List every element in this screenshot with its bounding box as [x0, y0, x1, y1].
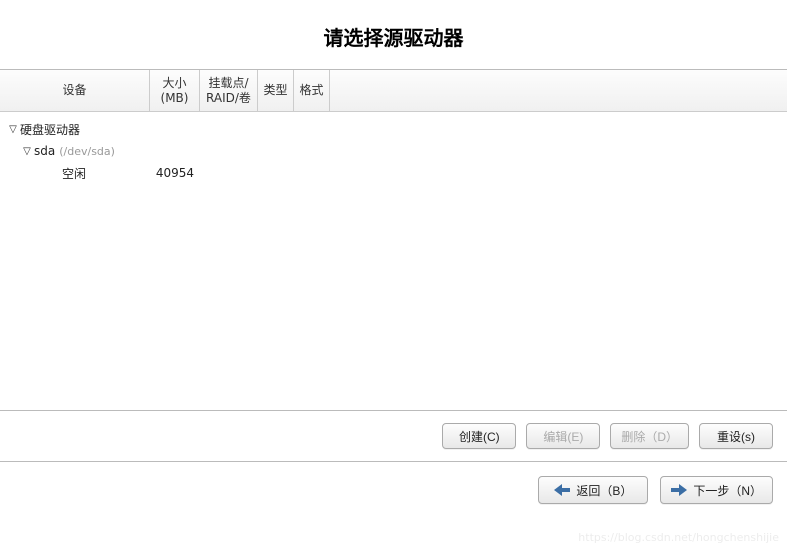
col-header-size[interactable]: 大小 (MB)	[150, 70, 200, 111]
tree-body[interactable]: ▽ 硬盘驱动器 ▽ sda (/dev/sda) 空闲 40954	[0, 112, 787, 410]
expander-icon[interactable]: ▽	[20, 146, 34, 157]
create-button[interactable]: 创建(C)	[442, 423, 516, 449]
action-bar: 创建(C) 编辑(E) 删除（D） 重设(s)	[0, 411, 787, 462]
nav-bar: 返回（B） 下一步（N）	[0, 462, 787, 504]
title-bar: 请选择源驱动器	[0, 0, 787, 70]
col-header-mount[interactable]: 挂载点/ RAID/卷	[200, 70, 258, 111]
tree-root-label: 硬盘驱动器	[20, 121, 80, 138]
disk-path: (/dev/sda)	[59, 145, 115, 158]
free-size: 40954	[150, 166, 200, 180]
arrow-right-icon	[671, 484, 687, 496]
reset-button[interactable]: 重设(s)	[699, 423, 773, 449]
next-label: 下一步（N）	[693, 482, 762, 499]
next-button[interactable]: 下一步（N）	[660, 476, 773, 504]
edit-button: 编辑(E)	[526, 423, 600, 449]
page-title: 请选择源驱动器	[0, 22, 787, 51]
tree-row-free[interactable]: 空闲 40954	[0, 162, 787, 184]
delete-button: 删除（D）	[610, 423, 689, 449]
back-button[interactable]: 返回（B）	[538, 476, 648, 504]
col-header-type[interactable]: 类型	[258, 70, 294, 111]
tree-row-root[interactable]: ▽ 硬盘驱动器	[0, 118, 787, 140]
partition-table: 设备 大小 (MB) 挂载点/ RAID/卷 类型 格式 ▽ 硬盘驱动器 ▽ s…	[0, 70, 787, 411]
col-header-spacer	[330, 70, 787, 111]
disk-name: sda	[34, 144, 55, 158]
col-header-device[interactable]: 设备	[0, 70, 150, 111]
tree-row-disk[interactable]: ▽ sda (/dev/sda)	[0, 140, 787, 162]
arrow-left-icon	[554, 484, 570, 496]
watermark: https://blog.csdn.net/hongchenshijie	[578, 531, 779, 544]
table-header: 设备 大小 (MB) 挂载点/ RAID/卷 类型 格式	[0, 70, 787, 112]
back-label: 返回（B）	[576, 482, 632, 499]
free-label: 空闲	[6, 165, 86, 182]
col-header-format[interactable]: 格式	[294, 70, 330, 111]
expander-icon[interactable]: ▽	[6, 124, 20, 135]
